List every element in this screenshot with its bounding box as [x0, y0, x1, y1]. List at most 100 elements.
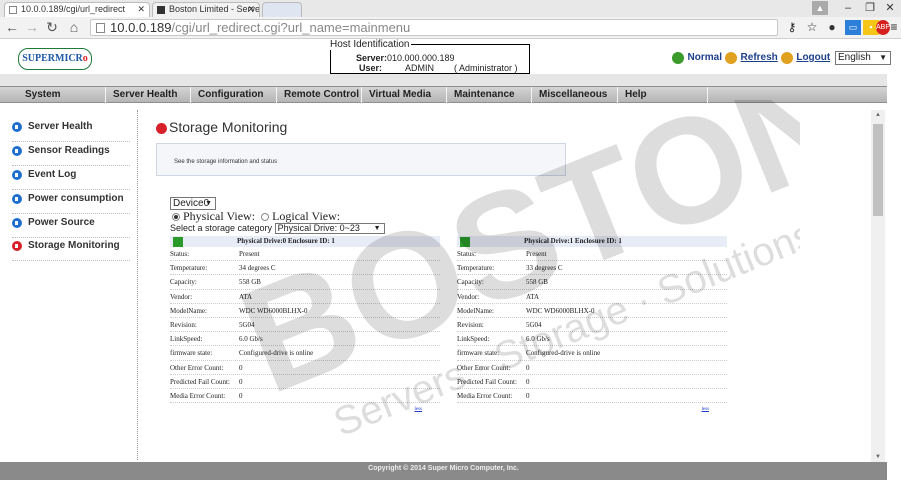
field-value: 0: [239, 391, 243, 400]
menu-help[interactable]: Help: [618, 87, 708, 103]
field-key: Status:: [457, 250, 477, 258]
table-row: firmware state: Configured-drive is onlin…: [170, 346, 440, 361]
info-text: See the storage information and status: [174, 159, 278, 165]
arrow-right-icon: [156, 123, 167, 134]
home-icon[interactable]: ⌂: [66, 19, 82, 35]
field-value: 34 degrees C: [239, 264, 276, 273]
less-link[interactable]: less: [702, 407, 710, 412]
menu-icon[interactable]: ≡: [889, 20, 899, 35]
profile-icon[interactable]: ▲: [812, 1, 828, 15]
arrow-right-icon: [12, 218, 22, 228]
less-link[interactable]: less: [415, 407, 423, 412]
sidebar-item-power-consumption[interactable]: Power consumption: [12, 191, 130, 214]
server-label: Server:: [356, 53, 388, 63]
menu-system[interactable]: System: [18, 87, 106, 103]
chevron-down-icon: ▼: [373, 225, 381, 233]
field-value: WDC WD6000BLHX-0: [526, 306, 595, 315]
normal-status-icon: [671, 52, 684, 64]
arrow-right-icon: [12, 146, 22, 156]
logout-icon[interactable]: [780, 52, 793, 64]
physical-view-radio[interactable]: [172, 213, 180, 222]
drive-card: Physical Drive:0 Enclosure ID: 1 Status:…: [170, 236, 440, 412]
boston-favicon-icon: [157, 6, 165, 14]
device-value: Device0: [173, 198, 210, 209]
table-row: Vendor: ATA: [170, 290, 440, 304]
extension-icon[interactable]: ●: [824, 20, 840, 35]
chevron-down-icon: ▼: [879, 53, 887, 62]
bookmark-star-icon[interactable]: ☆: [804, 20, 820, 35]
table-row: Revision: 5G04: [457, 318, 727, 333]
info-box: See the storage information and status: [156, 143, 566, 176]
field-key: Media Error Count:: [170, 391, 226, 400]
sidebar-item-label: Power consumption: [28, 193, 124, 204]
new-tab-button[interactable]: [262, 2, 302, 17]
key-icon[interactable]: ⚷: [784, 20, 800, 35]
menu-virtual-media[interactable]: Virtual Media: [362, 87, 447, 103]
scroll-thumb[interactable]: [873, 124, 883, 216]
menu-maintenance[interactable]: Maintenance: [447, 87, 532, 103]
page-icon: [9, 6, 17, 14]
sidebar-item-storage-monitoring[interactable]: Storage Monitoring: [12, 238, 130, 261]
forward-icon[interactable]: →: [24, 19, 40, 35]
sidebar-item-sensor-readings[interactable]: Sensor Readings: [12, 143, 130, 166]
close-window-icon[interactable]: ✕: [876, 0, 901, 17]
logical-view-label: Logical View:: [272, 209, 341, 223]
menu-miscellaneous[interactable]: Miscellaneous: [532, 87, 618, 103]
category-label: Select a storage category: [170, 223, 273, 233]
field-value: Configured-drive is online: [239, 349, 314, 358]
logout-link[interactable]: Logout: [796, 52, 830, 63]
menu-remote-control[interactable]: Remote Control: [277, 87, 362, 103]
logo-dot: o: [82, 53, 88, 64]
user-role: ( Administrator ): [454, 63, 518, 73]
status-area: Normal Refresh Logout English ▼: [671, 51, 891, 67]
footer: Copyright © 2014 Super Micro Computer, I…: [0, 462, 887, 480]
browser-tab-bar: 10.0.0.189/cgi/url_redirect ✕ Boston Lim…: [0, 0, 901, 17]
tab-title: 10.0.0.189/cgi/url_redirect: [21, 4, 126, 14]
field-key: LinkSpeed:: [170, 335, 203, 344]
reload-icon[interactable]: ↻: [44, 19, 60, 35]
sidebar-item-event-log[interactable]: Event Log: [12, 167, 130, 190]
field-value: 5G04: [526, 320, 542, 329]
table-row: ModelName: WDC WD6000BLHX-0: [170, 304, 440, 318]
browser-tab-active[interactable]: 10.0.0.189/cgi/url_redirect ✕: [4, 2, 150, 17]
field-key: Predicted Fail Count:: [457, 377, 517, 386]
logo-text: SUPERMICR: [22, 53, 83, 64]
url-input[interactable]: 10.0.0.189/cgi/url_redirect.cgi?url_name…: [90, 19, 778, 36]
browser-tab[interactable]: Boston Limited - Server, S ✕: [152, 2, 260, 17]
host-legend: Host Identification: [329, 39, 411, 50]
menu-server-health[interactable]: Server Health: [106, 87, 191, 103]
close-icon[interactable]: ✕: [137, 3, 145, 16]
field-key: LinkSpeed:: [457, 335, 490, 344]
field-key: Vendor:: [457, 292, 480, 301]
language-select[interactable]: English ▼: [835, 51, 891, 65]
logical-view-radio[interactable]: [261, 213, 270, 222]
drive-title: Physical Drive:1 Enclosure ID: 1: [524, 237, 622, 245]
refresh-link[interactable]: Refresh: [741, 52, 778, 63]
scrollbar[interactable]: ▲ ▼: [871, 110, 885, 462]
scroll-down-icon[interactable]: ▼: [871, 452, 885, 462]
menu-configuration[interactable]: Configuration: [191, 87, 277, 103]
table-row: firmware state: Configured-drive is onlin…: [457, 346, 727, 361]
field-value: WDC WD6000BLHX-0: [239, 306, 308, 315]
table-row: Media Error Count: 0: [170, 389, 440, 404]
field-value: ATA: [239, 292, 253, 301]
url-path: /cgi/url_redirect.cgi?url_name=mainmenu: [171, 20, 411, 35]
field-key: ModelName:: [457, 306, 494, 315]
close-icon[interactable]: ✕: [247, 3, 255, 16]
category-row: Select a storage category Physical Drive…: [170, 223, 385, 235]
sidebar-item-power-source[interactable]: Power Source: [12, 215, 130, 238]
category-select[interactable]: Physical Drive: 0~23 ▼: [274, 223, 385, 235]
adblock-icon[interactable]: ABP: [876, 20, 890, 35]
extension-icon[interactable]: ▭: [845, 20, 861, 35]
back-icon[interactable]: ←: [4, 19, 20, 35]
field-key: Other Error Count:: [457, 363, 511, 372]
table-row: Vendor: ATA: [457, 290, 727, 304]
field-key: firmware state:: [170, 349, 213, 358]
field-key: Revision:: [170, 320, 197, 329]
scroll-up-icon[interactable]: ▲: [871, 110, 885, 120]
table-row: Revision: 5G04: [170, 318, 440, 333]
refresh-icon[interactable]: [724, 52, 737, 64]
sidebar-item-server-health[interactable]: Server Health: [12, 119, 130, 142]
drive-status-icon: [173, 237, 183, 247]
field-value: 33 degrees C: [526, 264, 563, 273]
